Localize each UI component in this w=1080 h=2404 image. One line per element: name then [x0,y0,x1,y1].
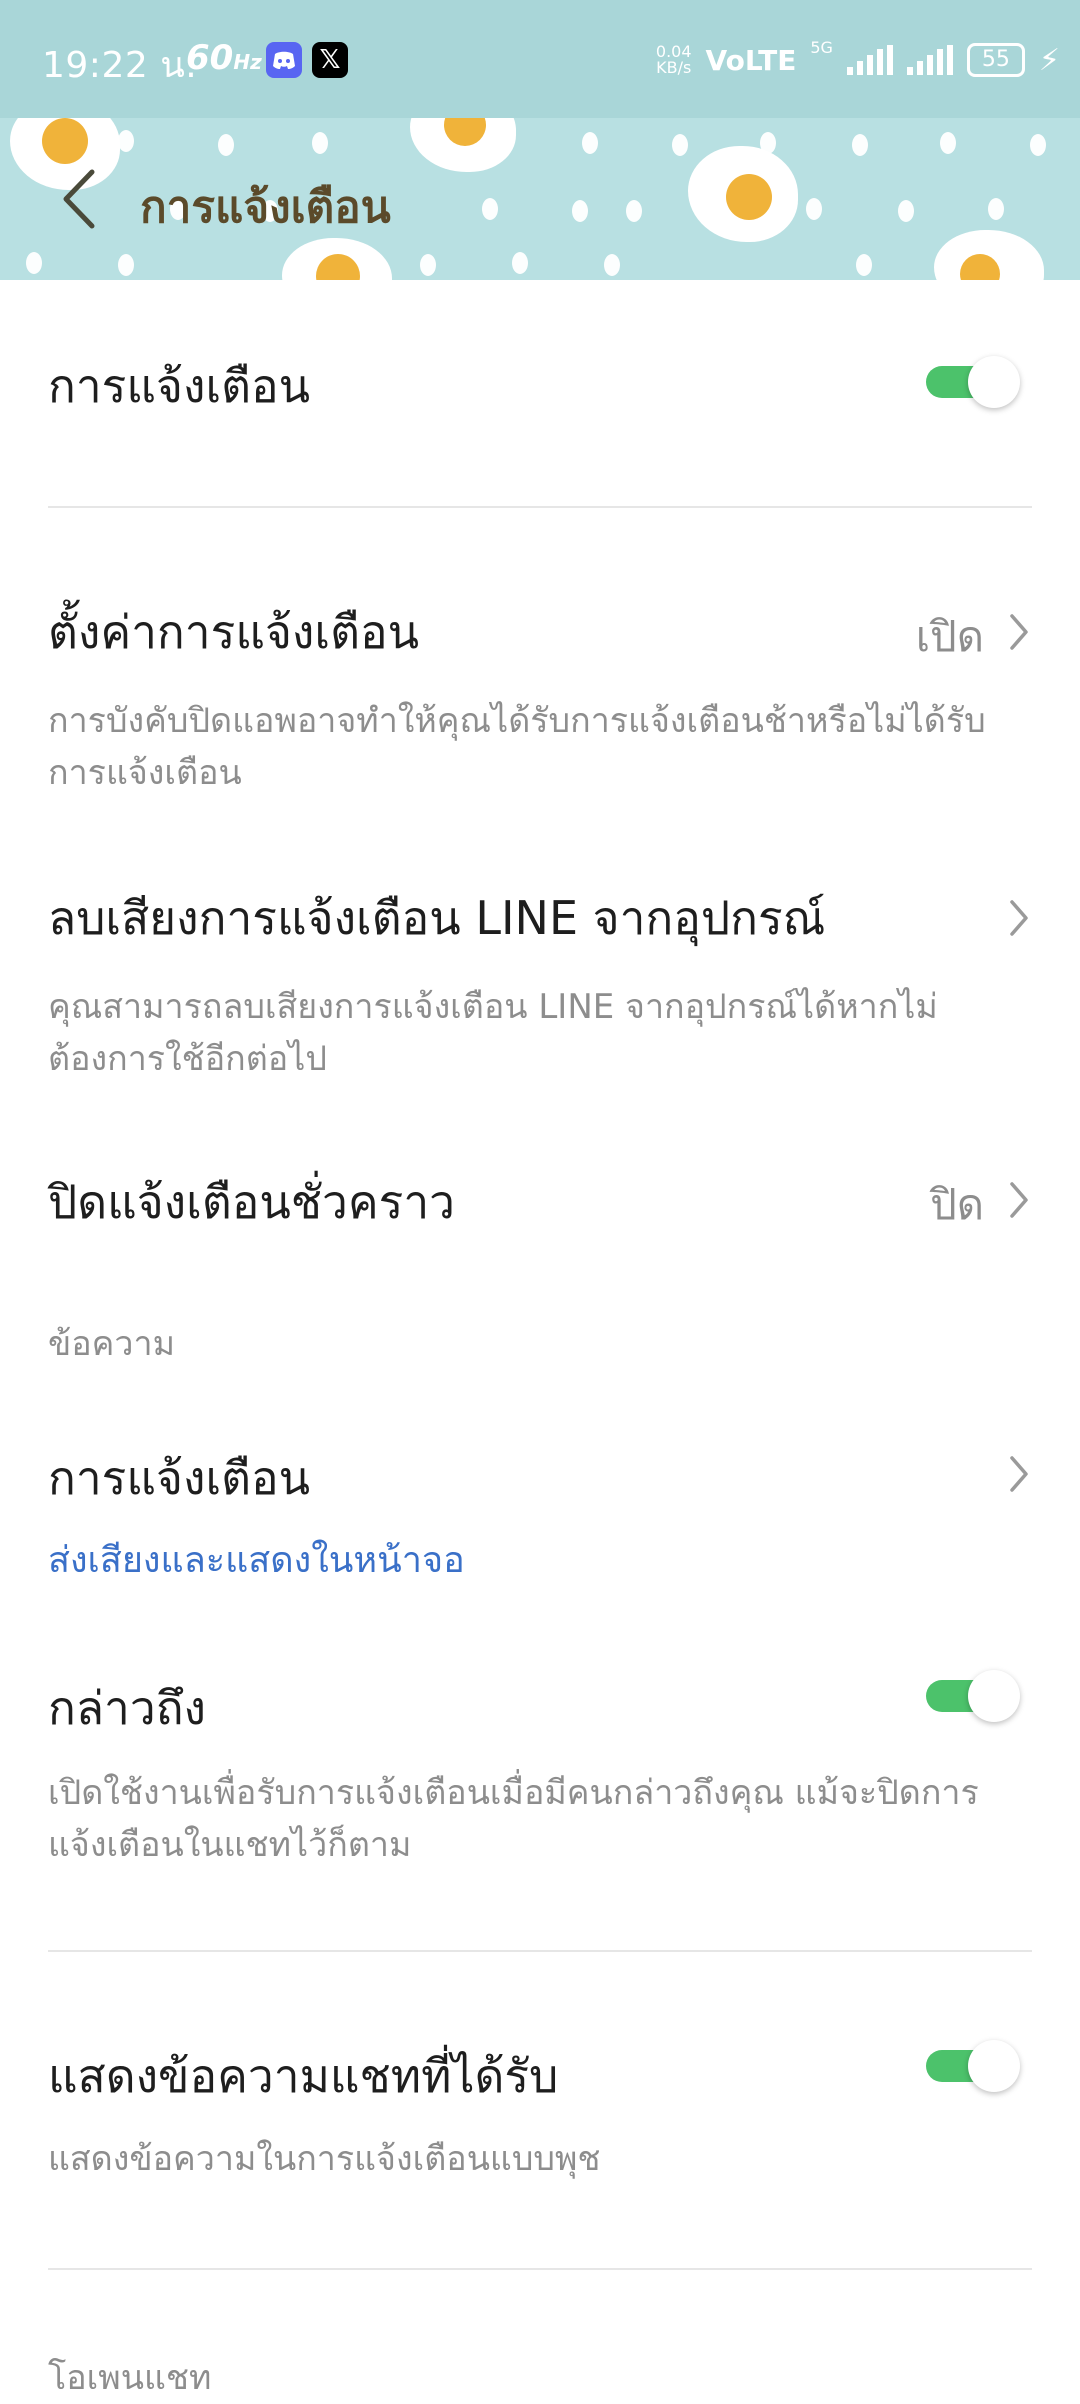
notification-settings-label: ตั้งค่าการแจ้งเตือน [48,605,420,659]
signal-icon-2 [906,45,953,75]
chevron-right-icon [1010,1456,1028,1492]
chevron-right-icon [1010,1182,1028,1218]
divider [48,1950,1032,1952]
mentions-row[interactable]: กล่าวถึง เปิดใช้งานเพื่อรับการแจ้งเตือนเ… [48,1672,1032,1871]
mentions-description: เปิดใช้งานเพื่อรับการแจ้งเตือนเมื่อมีคนก… [48,1773,979,1865]
signal-icon [846,45,893,75]
section-header-openchat: โอเพนแชท [48,2358,212,2398]
back-arrow-icon [63,169,95,229]
status-bar: 19:22 น. 60Hz 𝕏 0.04 KB/s VoLTE 5G 55 ⚡ [0,0,1080,118]
chevron-right-icon [1010,900,1028,936]
divider [48,2268,1032,2270]
message-notification-label: การแจ้งเตือน [48,1451,311,1505]
divider [48,506,1032,508]
section-header-messages: ข้อความ [48,1324,176,1364]
delete-sound-row[interactable]: ลบเสียงการแจ้งเตือน LINE จากอุปกรณ์ คุณส… [48,882,1032,1085]
back-button[interactable] [52,164,112,234]
discord-icon [266,42,302,78]
notification-settings-description: การบังคับปิดแอพอาจทำให้คุณได้รับการแจ้งเ… [48,701,986,793]
page-title: การแจ้งเตือน [140,182,391,233]
show-message-label: แสดงข้อความแชทที่ได้รับ [48,2049,559,2103]
delete-sound-label: ลบเสียงการแจ้งเตือน LINE จากอุปกรณ์ [48,891,826,945]
chevron-right-icon [1010,614,1028,650]
notifications-row[interactable]: การแจ้งเตือน [48,350,1032,430]
refresh-rate: 60Hz [186,38,262,78]
message-notification-value: ส่งเสียงและแสดงในหน้าจอ [48,1540,465,1581]
header: การแจ้งเตือน [0,118,1080,280]
charging-icon: ⚡ [1038,42,1060,78]
network-speed: 0.04 KB/s [655,42,692,77]
mentions-toggle[interactable] [924,1670,1020,1722]
show-message-toggle[interactable] [924,2040,1020,2092]
notification-settings-row[interactable]: ตั้งค่าการแจ้งเตือน การบังคับปิดแอพอาจทำ… [48,596,1032,799]
show-message-row[interactable]: แสดงข้อความแชทที่ได้รับ แสดงข้อความในการ… [48,2040,1032,2185]
x-icon: 𝕏 [312,42,348,78]
notification-settings-value: เปิด [915,612,984,661]
mentions-label: กล่าวถึง [48,1681,207,1735]
battery-icon: 55 [966,43,1025,77]
status-time: 19:22 น. [42,45,198,86]
show-message-description: แสดงข้อความในการแจ้งเตือนแบบพุช [48,2139,601,2179]
delete-sound-description: คุณสามารถลบเสียงการแจ้งเตือน LINE จากอุป… [48,987,938,1079]
notifications-toggle[interactable] [924,356,1020,408]
volte-icon: VoLTE [705,43,797,77]
temp-mute-label: ปิดแจ้งเตือนชั่วคราว [48,1175,455,1229]
status-indicators: 0.04 KB/s VoLTE 5G 55 ⚡ [656,38,1060,82]
temp-mute-row[interactable]: ปิดแจ้งเตือนชั่วคราว [48,1166,1032,1239]
temp-mute-value: ปิด [930,1180,984,1229]
network-type: 5G [810,38,833,57]
message-notification-row[interactable]: การแจ้งเตือน ส่งเสียงและแสดงในหน้าจอ [48,1442,1032,1588]
notifications-label: การแจ้งเตือน [48,359,311,413]
